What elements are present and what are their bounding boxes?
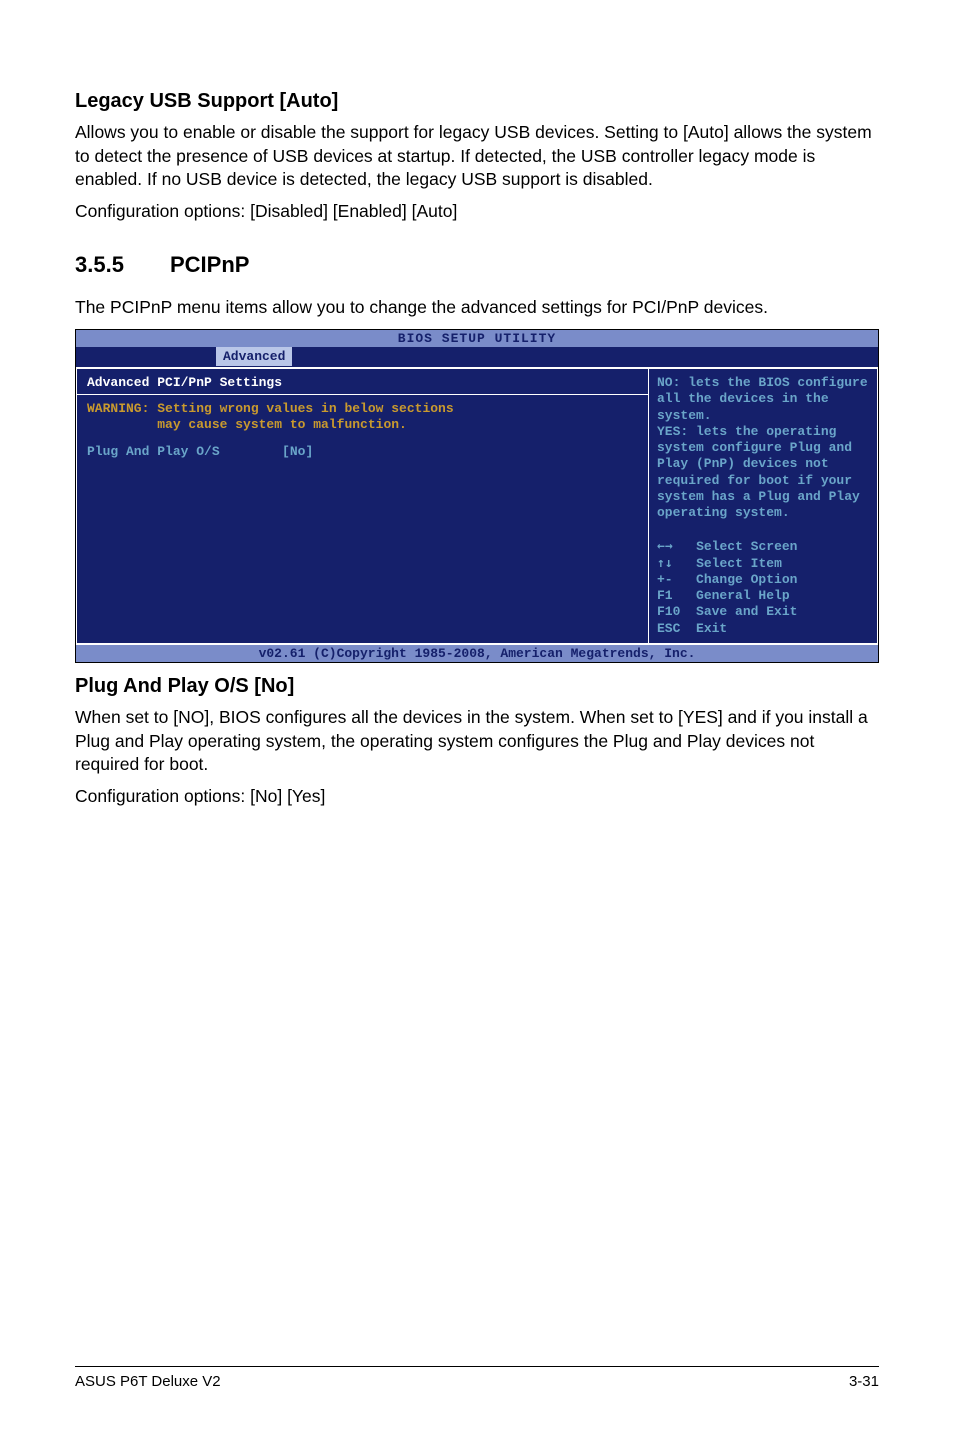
footer-left: ASUS P6T Deluxe V2 xyxy=(75,1373,221,1390)
bios-item-plug-and-play[interactable]: Plug And Play O/S [No] xyxy=(87,444,638,459)
bios-key-esc: ESC xyxy=(657,621,680,636)
bios-key-row: ESC Exit xyxy=(657,621,869,637)
para-pnp-opts: Configuration options: [No] [Yes] xyxy=(75,785,879,809)
arrow-lr-icon: ←→ xyxy=(657,539,673,554)
arrow-ud-icon: ↑↓ xyxy=(657,556,673,571)
bios-title-bar: BIOS SETUP UTILITY xyxy=(76,330,878,347)
bios-main-pane: Advanced PCI/PnP Settings WARNING: Setti… xyxy=(76,367,878,645)
bios-key-label: Save and Exit xyxy=(696,604,797,619)
heading-plug-and-play: Plug And Play O/S [No] xyxy=(75,675,879,698)
bios-key-label: Exit xyxy=(696,621,727,636)
bios-tab-advanced[interactable]: Advanced xyxy=(216,347,292,366)
subsection-number: 3.5.5 xyxy=(75,252,170,278)
bios-tab-row: Advanced xyxy=(76,347,878,367)
bios-right-pane: NO: lets the BIOS configure all the devi… xyxy=(648,368,878,644)
bios-key-label: Select Screen xyxy=(696,539,797,554)
bios-key-label: Select Item xyxy=(696,556,782,571)
bios-item-value: [No] xyxy=(282,444,313,459)
page-footer: ASUS P6T Deluxe V2 3-31 xyxy=(75,1366,879,1390)
bios-separator xyxy=(77,394,648,395)
bios-warning: WARNING: Setting wrong values in below s… xyxy=(87,401,638,434)
para-pcipnp-intro: The PCIPnP menu items allow you to chang… xyxy=(75,296,879,320)
bios-key-row: ←→ Select Screen xyxy=(657,539,869,555)
bios-help-text: NO: lets the BIOS configure all the devi… xyxy=(657,375,869,521)
bios-key-row: F10 Save and Exit xyxy=(657,604,869,620)
bios-item-label: Plug And Play O/S xyxy=(87,444,220,459)
bios-screenshot: BIOS SETUP UTILITY Advanced Advanced PCI… xyxy=(75,329,879,663)
bios-left-title: Advanced PCI/PnP Settings xyxy=(87,375,638,390)
bios-key-row: F1 General Help xyxy=(657,588,869,604)
plus-minus-icon: +- xyxy=(657,572,673,587)
footer-right: 3-31 xyxy=(849,1373,879,1390)
bios-key-f1: F1 xyxy=(657,588,673,603)
bios-footer: v02.61 (C)Copyright 1985-2008, American … xyxy=(76,645,878,662)
bios-key-f10: F10 xyxy=(657,604,680,619)
para-legacy-usb-opts: Configuration options: [Disabled] [Enabl… xyxy=(75,200,879,224)
bios-key-label: Change Option xyxy=(688,572,797,587)
bios-key-row: ↑↓ Select Item xyxy=(657,556,869,572)
bios-key-help: ←→ Select Screen ↑↓ Select Item +- Chang… xyxy=(657,539,869,637)
heading-legacy-usb: Legacy USB Support [Auto] xyxy=(75,90,879,113)
bios-key-label: General Help xyxy=(688,588,789,603)
subsection-header: 3.5.5 PCIPnP xyxy=(75,252,879,278)
bios-left-pane: Advanced PCI/PnP Settings WARNING: Setti… xyxy=(76,368,648,644)
para-pnp-desc: When set to [NO], BIOS configures all th… xyxy=(75,706,879,777)
subsection-title: PCIPnP xyxy=(170,252,249,278)
bios-key-row: +- Change Option xyxy=(657,572,869,588)
para-legacy-usb-desc: Allows you to enable or disable the supp… xyxy=(75,121,879,192)
